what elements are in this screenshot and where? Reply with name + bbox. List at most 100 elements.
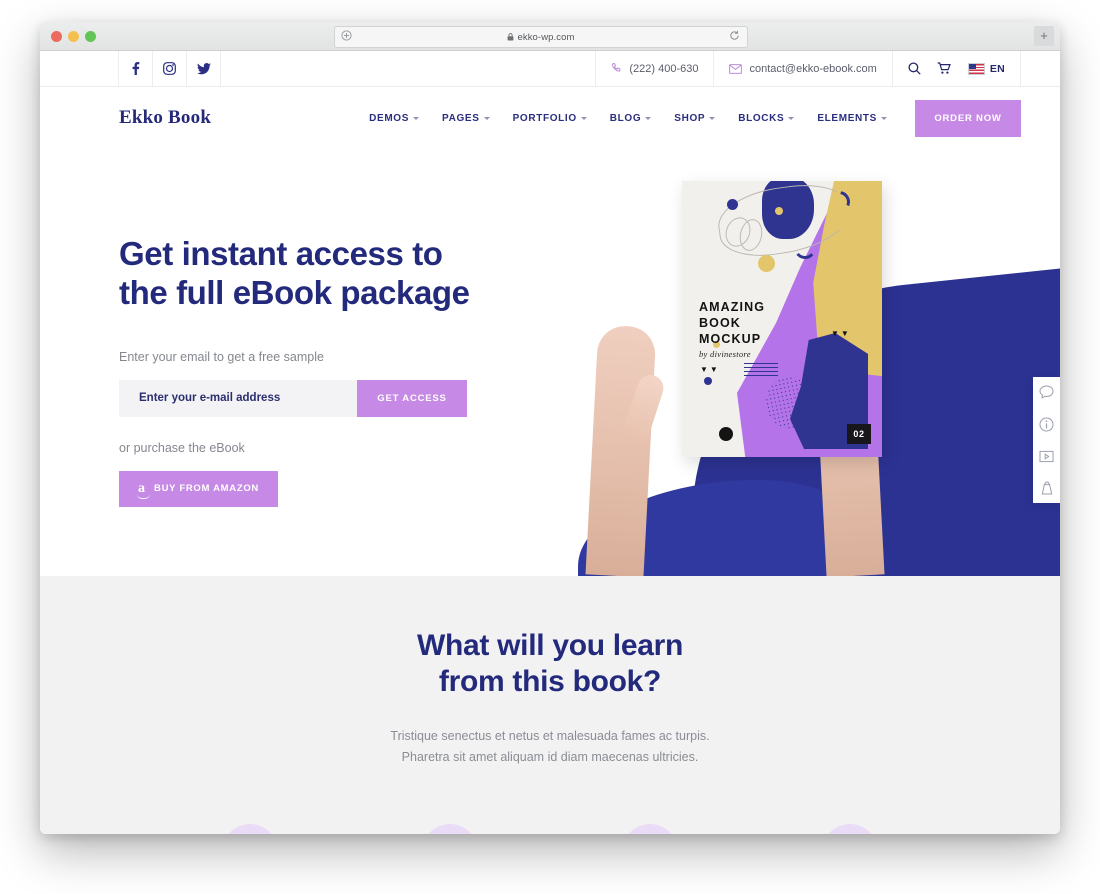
chat-bubble-icon[interactable] xyxy=(1038,383,1056,401)
chevron-down-icon xyxy=(709,116,716,120)
nav-item-demos[interactable]: DEMOS xyxy=(369,112,420,124)
new-tab-button[interactable]: + xyxy=(1034,26,1054,46)
book-circle-yellow-1 xyxy=(775,207,783,215)
book-circle-navy-1 xyxy=(727,199,738,210)
instagram-icon[interactable] xyxy=(152,51,187,86)
email-signup-form: GET ACCESS xyxy=(119,379,467,417)
book-title-line2: BOOK xyxy=(699,316,741,330)
topbar-right-group: (222) 400-630 contact@ekko-ebook.com EN xyxy=(595,51,1021,86)
twitter-icon[interactable] xyxy=(186,51,221,86)
nav-label: BLOG xyxy=(609,112,642,124)
url-text: ekko-wp.com xyxy=(517,31,575,43)
order-now-button[interactable]: ORDER NOW xyxy=(915,99,1021,137)
buy-from-amazon-button[interactable]: a BUY FROM AMAZON xyxy=(119,470,278,507)
browser-window: ekko-wp.com + (222) 400-630 contact@ekko… xyxy=(40,22,1060,834)
chevron-down-icon xyxy=(645,116,652,120)
hero-title-line1: Get instant access to xyxy=(119,235,443,272)
us-flag-icon xyxy=(967,62,985,75)
purchase-hint-text: or purchase the eBook xyxy=(119,440,245,455)
minimize-window-button[interactable] xyxy=(68,31,79,42)
book-author: by divinestore xyxy=(699,349,751,359)
site-logo[interactable]: Ekko Book xyxy=(119,107,211,129)
search-icon[interactable] xyxy=(908,62,921,75)
phone-text: (222) 400-630 xyxy=(629,62,699,75)
chevron-down-icon xyxy=(413,116,420,120)
book-title-line1: AMAZING xyxy=(699,300,766,314)
learn-sub-line1: Tristique senectus et netus et malesuada… xyxy=(390,729,710,743)
nav-label: PORTFOLIO xyxy=(512,112,577,124)
email-input[interactable] xyxy=(119,379,357,417)
feature-circle xyxy=(822,824,878,834)
page-settings-icon[interactable] xyxy=(341,30,352,41)
chevron-down-icon xyxy=(881,116,887,120)
language-selector[interactable]: EN xyxy=(967,62,1005,75)
nav-item-pages[interactable]: PAGES xyxy=(442,113,490,124)
learn-heading: What will you learn from this book? xyxy=(40,576,1060,700)
book-number-badge: 02 xyxy=(847,424,871,444)
chevron-down-icon xyxy=(788,116,795,120)
email-text: contact@ekko-ebook.com xyxy=(749,62,877,75)
nav-item-blog[interactable]: BLOG xyxy=(610,113,652,124)
learn-sub-line2: Pharetra sit amet aliquam id diam maecen… xyxy=(401,749,699,764)
book-chevrons-right: ▼▼ xyxy=(831,329,851,338)
nav-item-blocks[interactable]: BLOCKS xyxy=(738,112,795,124)
book-circle-yellow-2 xyxy=(758,255,775,272)
reload-icon[interactable] xyxy=(729,30,740,41)
social-links xyxy=(118,51,221,86)
learn-title-line2: from this book? xyxy=(438,665,662,698)
window-controls xyxy=(51,31,96,42)
nav-label: DEMOS xyxy=(369,112,410,124)
nav-label: ELEMENTS xyxy=(817,112,877,124)
phone-link[interactable]: (222) 400-630 xyxy=(595,51,713,86)
feature-circle xyxy=(222,824,278,834)
site-topbar: (222) 400-630 contact@ekko-ebook.com EN xyxy=(40,51,1060,87)
floating-side-toolbar xyxy=(1033,377,1060,503)
nav-item-shop[interactable]: SHOP xyxy=(674,112,716,124)
hero-artwork: AMAZING BOOK MOCKUP by divinestore ▼▼ ▼▼… xyxy=(554,149,1060,576)
nav-label: BLOCKS xyxy=(738,112,785,124)
book-wave-lines xyxy=(744,363,778,377)
nav-item-elements[interactable]: ELEMENTS xyxy=(817,113,887,124)
hero-copy: Get instant access to the full eBook pac… xyxy=(119,235,549,507)
learn-title-line1: What will you learn xyxy=(417,629,683,662)
book-chevrons-left: ▼▼ xyxy=(700,365,720,374)
amazon-button-label: BUY FROM AMAZON xyxy=(154,483,259,495)
lock-icon xyxy=(507,32,514,41)
learn-section: What will you learn from this book? Tris… xyxy=(40,576,1060,834)
facebook-icon[interactable] xyxy=(118,51,153,86)
nav-label: SHOP xyxy=(674,112,706,124)
close-window-button[interactable] xyxy=(51,31,62,42)
maximize-window-button[interactable] xyxy=(85,31,96,42)
book-cover-mockup: AMAZING BOOK MOCKUP by divinestore ▼▼ ▼▼… xyxy=(682,181,882,457)
hero-section: AMAZING BOOK MOCKUP by divinestore ▼▼ ▼▼… xyxy=(40,149,1060,576)
book-title: AMAZING BOOK MOCKUP xyxy=(699,299,765,347)
get-access-button[interactable]: GET ACCESS xyxy=(357,379,467,417)
nav-label: PAGES xyxy=(442,112,480,124)
feature-circle xyxy=(622,824,678,834)
topbar-icon-group: EN xyxy=(891,51,1021,86)
page-title: Get instant access to the full eBook pac… xyxy=(119,235,549,313)
learn-description: Tristique senectus et netus et malesuada… xyxy=(40,726,1060,767)
address-bar[interactable]: ekko-wp.com xyxy=(334,26,748,48)
feature-icon-row xyxy=(40,824,1060,834)
main-navigation: Ekko Book DEMOS PAGES PORTFOLIO BLOG SHO… xyxy=(40,87,1060,149)
chevron-down-icon xyxy=(580,116,587,120)
book-circle-black xyxy=(719,427,733,441)
cart-icon[interactable] xyxy=(937,62,952,75)
shopping-bag-icon[interactable] xyxy=(1038,479,1056,497)
hero-title-line2: the full eBook package xyxy=(119,273,470,311)
video-play-icon[interactable] xyxy=(1038,447,1056,465)
nav-links: DEMOS PAGES PORTFOLIO BLOG SHOP BLOCKS E… xyxy=(369,113,887,124)
page-viewport: (222) 400-630 contact@ekko-ebook.com EN … xyxy=(40,51,1060,834)
language-label: EN xyxy=(989,62,1005,75)
hero-subtitle: Enter your email to get a free sample xyxy=(119,349,324,364)
amazon-icon: a xyxy=(137,480,151,499)
chevron-down-icon xyxy=(483,116,490,120)
nav-item-portfolio[interactable]: PORTFOLIO xyxy=(513,113,587,124)
book-circle-navy-2 xyxy=(704,377,712,385)
browser-titlebar: ekko-wp.com + xyxy=(40,22,1060,51)
book-title-line3: MOCKUP xyxy=(699,332,762,346)
info-icon[interactable] xyxy=(1038,415,1056,433)
email-link[interactable]: contact@ekko-ebook.com xyxy=(713,51,891,86)
phone-icon xyxy=(611,63,622,74)
